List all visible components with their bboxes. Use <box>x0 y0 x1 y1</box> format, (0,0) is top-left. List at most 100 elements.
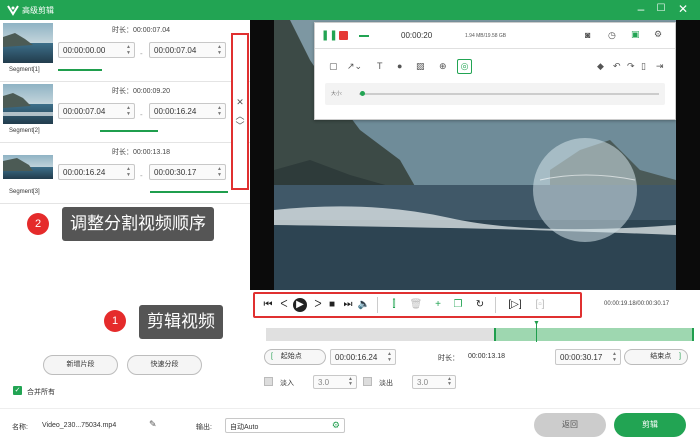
fade-in-input[interactable]: 3.0 ▲ ▼ <box>313 375 357 389</box>
range-dash: - <box>140 49 143 58</box>
close-icon[interactable]: ✕ <box>675 2 691 16</box>
annotation-text: 调整分割视频顺序 <box>62 207 214 241</box>
stepper-icon[interactable]: ▲ ▼ <box>125 105 132 117</box>
size-track[interactable] <box>359 93 659 95</box>
trim-end-input[interactable]: 00:00:30.17 ▲ ▼ <box>555 349 621 365</box>
jump-end-icon[interactable]: ⏭ <box>341 298 355 312</box>
bracket-icon: [ <box>271 353 273 360</box>
minimize-recorder-icon[interactable] <box>359 35 369 37</box>
range-dash: - <box>140 110 143 119</box>
minimize-icon[interactable]: – <box>633 2 649 16</box>
fade-in-label: 淡入 <box>280 380 294 387</box>
rectangle-tool-icon[interactable]: ▢ <box>329 61 338 72</box>
fade-in-checkbox[interactable] <box>264 377 273 386</box>
split-icon[interactable]: ⫿ <box>387 298 401 312</box>
play-icon[interactable]: ▶ <box>293 298 307 312</box>
start-value: 00:00:16.24 <box>63 168 106 177</box>
output-label: 输出: <box>196 424 212 431</box>
exit-draw-icon[interactable]: ⇥ <box>656 61 664 72</box>
merge-all-checkbox[interactable]: ✓ <box>13 386 22 395</box>
arrow-tool-icon[interactable]: ↗⌄ <box>347 61 362 72</box>
output-select[interactable]: 自动Auto ⚙ <box>225 418 345 433</box>
playback-controls: ⏮ ᐸ ▶ ᐳ ■ ⏭ 🔈 ⫿ 🗑 + ❐ ↻ [▷] [▫] <box>253 292 582 318</box>
merge-all-label: 合并所有 <box>27 389 55 396</box>
segment-duration: 时长：00:00:09.20 <box>112 86 170 96</box>
volume-icon[interactable]: 🔈 <box>357 298 371 312</box>
set-end-button[interactable]: 结束点 ] <box>624 349 688 365</box>
segment-item[interactable]: Segment[2] 时长：00:00:09.20 00:00:07.04 ▲ ▼ … <box>0 81 250 143</box>
duration-label: 时长： <box>112 27 133 34</box>
stepper-icon[interactable]: ▲ ▼ <box>125 166 132 178</box>
timer-icon[interactable]: ◷ <box>608 30 616 41</box>
redo-icon[interactable]: ↷ <box>627 61 635 72</box>
move-down-icon[interactable]: ﹀ <box>235 119 245 132</box>
preview-segment-icon[interactable]: [▷] <box>508 298 522 312</box>
time-display: 00:00:19.18/00:00:30.17 <box>604 301 670 307</box>
stepper-icon[interactable]: ▲ ▼ <box>611 351 618 363</box>
pause-icon[interactable]: ❚❚ <box>321 30 338 41</box>
duration-label: 时长： <box>112 88 133 95</box>
edit-name-icon[interactable]: ✎ <box>149 419 157 430</box>
back-button[interactable]: 返回 <box>534 413 606 437</box>
stop-playback-icon[interactable]: ■ <box>325 298 339 312</box>
add-segment-button[interactable]: 新增片段 <box>43 355 118 375</box>
stepper-icon[interactable]: ▲ ▼ <box>216 44 223 56</box>
start-btn-label: 起始点 <box>280 353 302 360</box>
quick-split-button[interactable]: 快速分段 <box>127 355 202 375</box>
eraser-icon[interactable]: ◆ <box>597 61 604 72</box>
prev-frame-icon[interactable]: ᐸ <box>277 298 291 312</box>
cut-button[interactable]: 剪辑 <box>614 413 686 437</box>
number-tool-icon[interactable]: ● <box>397 61 402 71</box>
fade-in-value: 3.0 <box>318 378 330 387</box>
playhead-icon[interactable]: ▼ <box>533 320 540 327</box>
toolbox-icon[interactable]: ▣ <box>631 29 640 40</box>
stepper-icon[interactable]: ▲ ▼ <box>216 166 223 178</box>
settings-icon[interactable]: ⚙ <box>654 29 662 40</box>
trash-icon[interactable]: ▯ <box>641 61 646 72</box>
maximize-icon[interactable]: ☐ <box>653 2 669 16</box>
segment-end-input[interactable]: 00:00:30.17 ▲ ▼ <box>149 164 226 180</box>
copy-icon[interactable]: ❐ <box>451 298 465 312</box>
add-marker-icon[interactable]: + <box>431 298 445 312</box>
delete-segment-icon[interactable]: ✕ <box>235 97 245 108</box>
app-logo-icon <box>6 3 20 17</box>
trim-start-input[interactable]: 00:00:16.24 ▲ ▼ <box>330 349 396 365</box>
stepper-icon[interactable]: ▲ ▼ <box>125 44 132 56</box>
text-tool-icon[interactable]: T <box>377 61 383 71</box>
next-frame-icon[interactable]: ᐳ <box>311 298 325 312</box>
camera-icon[interactable]: ◙ <box>585 30 590 40</box>
segment-end-input[interactable]: 00:00:16.24 ▲ ▼ <box>149 103 226 119</box>
recording-stats: 1.94 MB/19.58 GB <box>465 33 507 39</box>
stepper-icon[interactable]: ▲ ▼ <box>347 377 354 387</box>
reset-icon[interactable]: ↻ <box>473 298 487 312</box>
zoom-tool-icon[interactable]: ⊕ <box>439 61 447 72</box>
stepper-icon[interactable]: ▲ ▼ <box>446 377 453 387</box>
size-thumb[interactable] <box>360 91 365 96</box>
segment-label: Segment[1] <box>9 67 40 73</box>
timeline[interactable]: ▼ <box>266 320 694 342</box>
segment-end-input[interactable]: 00:00:07.04 ▲ ▼ <box>149 42 226 58</box>
segment-start-input[interactable]: 00:00:07.04 ▲ ▼ <box>58 103 135 119</box>
delete-clip-icon[interactable]: 🗑 <box>409 298 423 312</box>
undo-icon[interactable]: ↶ <box>613 61 621 72</box>
spotlight-tool-icon[interactable]: ◎ <box>457 59 472 74</box>
segment-item[interactable]: Segment[3] 时长：00:00:13.18 00:00:16.24 ▲ ▼ … <box>0 142 250 204</box>
fade-out-checkbox[interactable] <box>363 377 372 386</box>
stop-icon[interactable] <box>339 31 348 40</box>
set-start-button[interactable]: [ 起始点 <box>264 349 326 365</box>
preview-cut-icon[interactable]: [▫] <box>533 298 547 312</box>
segment-thumbnail <box>3 84 53 124</box>
image-tool-icon[interactable]: ▨ <box>416 61 425 72</box>
timeline-selection[interactable] <box>494 328 694 341</box>
segment-start-input[interactable]: 00:00:00.00 ▲ ▼ <box>58 42 135 58</box>
segment-start-input[interactable]: 00:00:16.24 ▲ ▼ <box>58 164 135 180</box>
stepper-icon[interactable]: ▲ ▼ <box>386 351 393 363</box>
segment-item[interactable]: Segment[1] 时长：00:00:07.04 00:00:00.00 ▲ ▼ … <box>0 20 250 82</box>
title-bar: 高级剪辑 – ☐ ✕ <box>0 0 700 20</box>
duration-label: 时长： <box>112 149 133 156</box>
fade-out-input[interactable]: 3.0 ▲ ▼ <box>412 375 456 389</box>
bracket-icon: ] <box>679 353 681 360</box>
jump-start-icon[interactable]: ⏮ <box>261 298 275 312</box>
output-settings-icon[interactable]: ⚙ <box>332 420 340 431</box>
stepper-icon[interactable]: ▲ ▼ <box>216 105 223 117</box>
